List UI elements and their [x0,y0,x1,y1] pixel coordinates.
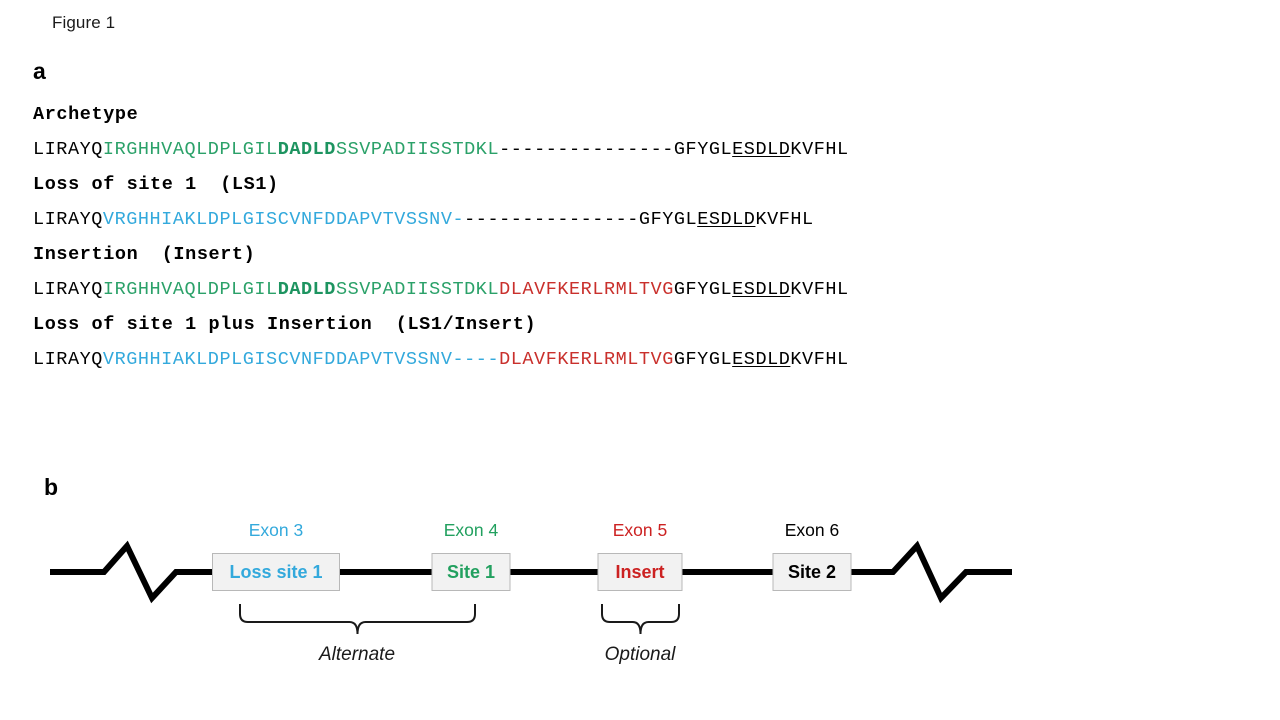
variant-heading: Loss of site 1 plus Insertion (LS1/Inser… [33,314,537,335]
sequence-segment: DLAVFKERLRMLTVG [499,279,674,300]
exon-box[interactable]: Loss site 1 [212,553,340,591]
sequence-segment: KVFHL [755,209,814,230]
alignment-group: Loss of site 1 plus Insertion (LS1/Inser… [33,310,1253,380]
sequence-segment: ESDLD [732,349,791,370]
sequence-segment: DLAVFKERLRMLTVG [499,349,674,370]
exon-label: Exon 5 [612,520,668,540]
variant-sequence: LIRAYQVRGHHIAKLDPLGISCVNFDDAPVTVSSNV----… [33,200,1253,240]
exon-box[interactable]: Insert [597,553,683,591]
sequence-segment: ESDLD [697,209,756,230]
variant-sequence: LIRAYQVRGHHIAKLDPLGISCVNFDDAPVTVSSNV----… [33,340,1253,380]
gene-model-panel: Exon 3 Loss site 1 Exon 4 Site 1 Exon 5 Inser… [0,500,1280,700]
gene-backbone-left-zigzag [50,540,213,604]
sequence-segment: KVFHL [790,139,849,160]
variant-heading: Loss of site 1 (LS1) [33,174,279,195]
gene-backbone-right-zigzag [850,540,1012,604]
sequence-segment: --------------- [499,139,674,160]
sequence-segment: IRGHHVAQLDPLGIL [102,139,278,160]
sequence-segment: KVFHL [790,349,849,370]
exon-label: Exon 4 [443,520,499,540]
sequence-segment: GFYGL [673,349,733,370]
sequence-segment: LIRAYQ [33,279,103,300]
exon-label: Exon 6 [784,520,840,540]
sequence-segment: ESDLD [732,279,791,300]
brace [239,604,476,635]
exon-box[interactable]: Site 2 [772,553,852,591]
variant-heading: Insertion (Insert) [33,244,256,265]
sequence-segment: DADLD [277,139,336,160]
variant-sequence: LIRAYQIRGHHVAQLDPLGILDADLDSSVPADIISSTDKL… [33,270,1253,310]
sequence-segment: LIRAYQ [33,209,103,230]
sequence-segment: - [452,209,465,230]
sequence-segment: ESDLD [732,139,791,160]
alignment-group: Archetype LIRAYQIRGHHVAQLDPLGILDADLDSSVPA… [33,100,1253,170]
sequence-segment: SSVPADIISSTDKL [335,139,500,160]
sequence-segment: ---- [452,349,500,370]
panel-b-label: b [44,474,59,500]
sequence-segment: GFYGL [673,279,733,300]
sequence-segment: LIRAYQ [33,349,103,370]
sequence-segment: SSVPADIISSTDKL [335,279,500,300]
alignment-group: Loss of site 1 (LS1) LIRAYQVRGHHIAKLDPLGI… [33,170,1253,240]
brace-label: Alternate [318,644,396,665]
sequence-segment: GFYGL [638,209,698,230]
brace [601,604,680,635]
sequence-segment: KVFHL [790,279,849,300]
sequence-segment: IRGHHVAQLDPLGIL [102,279,278,300]
alignment-group: Insertion (Insert) LIRAYQIRGHHVAQLDPLGILD… [33,240,1253,310]
exon-box[interactable]: Site 1 [431,553,511,591]
exon-label: Exon 3 [248,520,304,540]
sequence-segment: GFYGL [673,139,733,160]
brace-layer [239,604,680,635]
sequence-segment: --------------- [464,209,639,230]
brace-label: Optional [604,644,676,665]
variant-sequence: LIRAYQIRGHHVAQLDPLGILDADLDSSVPADIISSTDKL… [33,130,1253,170]
variant-heading: Archetype [33,104,139,125]
sequence-segment: VRGHHIAKLDPLGISCVNFDDAPVTVSSNV [102,349,453,370]
sequence-alignment-panel: Archetype LIRAYQIRGHHVAQLDPLGILDADLDSSVPA… [33,100,1253,380]
figure-title: Figure 1 [52,13,116,32]
sequence-segment: LIRAYQ [33,139,103,160]
sequence-segment: VRGHHIAKLDPLGISCVNFDDAPVTVSSNV [102,209,453,230]
sequence-segment: DADLD [277,279,336,300]
panel-a-label: a [33,58,46,84]
